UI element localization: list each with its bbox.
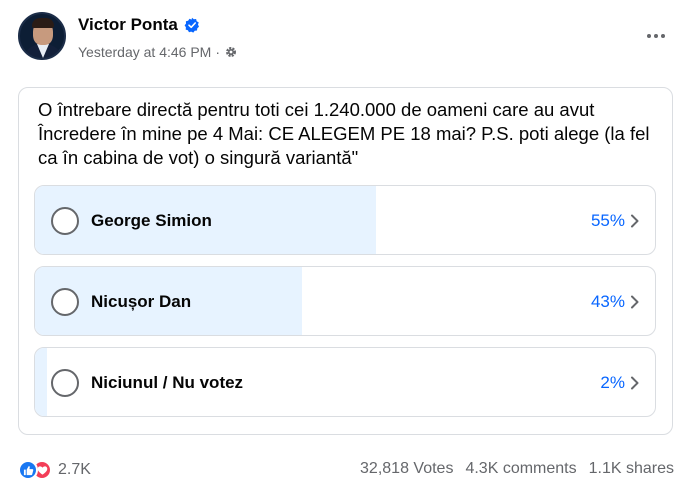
votes-count[interactable]: 32,818 Votes (360, 460, 453, 478)
poll-option-fill (35, 348, 48, 416)
meta-separator: · (215, 44, 221, 60)
shares-count[interactable]: 1.1K shares (589, 460, 674, 478)
poll-option-percent: 2% (600, 373, 625, 392)
post-footer: 2.7K 32,818 Votes 4.3K comments 1.1K sha… (18, 460, 674, 482)
poll-option-label: Niciunul / Nu votez (91, 373, 244, 392)
post-header: Victor Ponta Yesterday at 4:46 PM · (18, 12, 674, 68)
avatar-hair (32, 18, 54, 28)
radio-button[interactable] (51, 288, 79, 316)
poll-option-percent: 55% (590, 211, 625, 230)
author-name[interactable]: Victor Ponta (78, 15, 178, 35)
poll-card: O întrebare directă pentru toti cei 1.24… (18, 87, 673, 435)
reaction-count[interactable]: 2.7K (58, 461, 91, 479)
more-options-button[interactable] (642, 26, 670, 46)
poll-option-label: George Simion (91, 211, 212, 230)
radio-button[interactable] (51, 369, 79, 397)
chevron-right-icon (631, 295, 639, 309)
chevron-right-icon (631, 214, 639, 228)
poll-option-niciunul[interactable]: Niciunul / Nu votez 2% (34, 347, 656, 417)
comments-count[interactable]: 4.3K comments (465, 460, 576, 478)
gear-icon[interactable] (224, 45, 238, 59)
more-dots-icon (647, 34, 665, 38)
post-stats: 32,818 Votes 4.3K comments 1.1K shares (360, 460, 674, 478)
poll-option-label: Nicușor Dan (91, 292, 192, 311)
poll-option-percent: 43% (590, 292, 625, 311)
verified-badge-icon (184, 17, 199, 33)
poll-option-nicusor-dan[interactable]: Nicușor Dan 43% (34, 266, 656, 336)
reactions-summary[interactable]: 2.7K (18, 460, 91, 480)
post-timestamp[interactable]: Yesterday at 4:46 PM (78, 44, 211, 60)
avatar[interactable] (18, 12, 66, 60)
poll-question: O întrebare directă pentru toti cei 1.24… (38, 99, 650, 168)
like-reaction-icon (18, 460, 38, 480)
author-block: Victor Ponta (78, 15, 200, 35)
post-meta: Yesterday at 4:46 PM · (78, 44, 238, 60)
poll-option-george-simion[interactable]: George Simion 55% (34, 185, 656, 255)
chevron-right-icon (631, 376, 639, 390)
radio-button[interactable] (51, 207, 79, 235)
